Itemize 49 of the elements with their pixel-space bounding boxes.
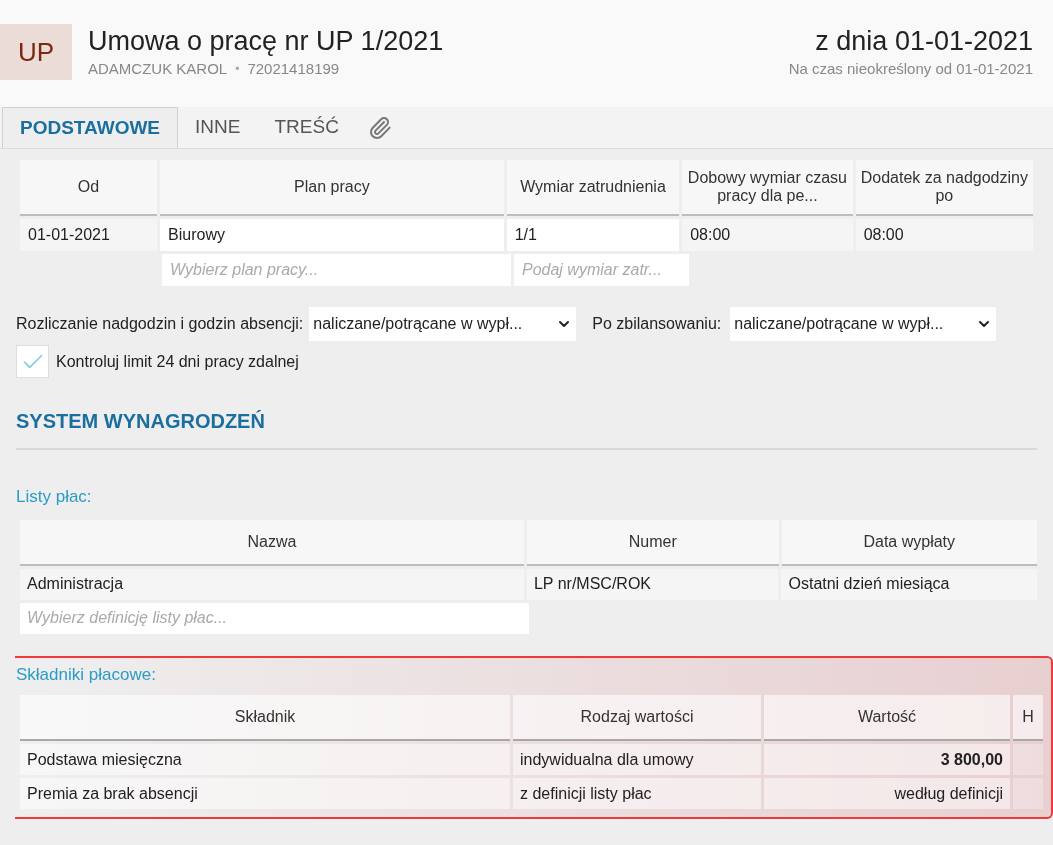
balance-dropdown[interactable]: naliczane/potrącane w wypł... (730, 307, 997, 341)
table-cell: LP nr/MSC/ROK (526, 568, 779, 600)
tab[interactable]: TREŚĆ (257, 107, 356, 148)
balance-label: Po zbilansowaniu: (592, 314, 722, 334)
work-plan-field[interactable]: Wybierz plan pracy... (162, 254, 511, 286)
components-label: Składniki płacowe: (16, 663, 157, 686)
work-size-field[interactable]: Podaj wymiar zatr... (514, 254, 689, 286)
column-header: Plan pracy (160, 160, 504, 216)
column-header: Dodatek za nadgodziny po (855, 160, 1033, 216)
table-cell: 1/1 (506, 219, 680, 251)
column-header: Wartość (764, 695, 1010, 741)
document-badge: UP (0, 24, 72, 80)
column-header: Dobowy wymiar czasu pracy dla pe... (682, 160, 853, 216)
overtime-dropdown[interactable]: naliczane/potrącane w wypł... (309, 307, 577, 341)
table-cell: 08:00 (855, 219, 1033, 251)
column-header: Od (20, 160, 157, 216)
document-title: Umowa o pracę nr UP 1/2021 (88, 25, 444, 58)
column-header: H (1013, 695, 1043, 741)
document-date: z dnia 01-01-2021 (815, 25, 1033, 58)
tab[interactable]: PODSTAWOWE (2, 107, 179, 148)
column-header: Rodzaj wartości (513, 695, 761, 741)
section-title: SYSTEM WYNAGRODZEŃ (16, 406, 1037, 450)
checkbox-label: Kontroluj limit 24 dni pracy zdalnej (56, 351, 299, 372)
table-cell: 01-01-2021 (20, 219, 158, 251)
tab[interactable]: INNE (178, 107, 258, 148)
column-header: Nazwa (20, 519, 524, 566)
table-cell: według definicji (764, 778, 1010, 809)
table-cell: Administracja (20, 568, 524, 600)
paperclip-icon (367, 115, 392, 140)
payroll-label: Listy płac: (16, 486, 93, 508)
overtime-label: Rozliczanie nadgodzin i godzin absencji: (16, 314, 304, 334)
table-cell: 08:00 (682, 219, 853, 251)
separator-dot: • (235, 61, 240, 79)
checkbox[interactable] (16, 345, 49, 378)
table-cell: Premia za brak absencji (20, 778, 510, 809)
contract-period: Na czas nieokreślony od 01-01-2021 (788, 59, 1033, 79)
employee-id: 72021418199 (247, 59, 340, 79)
table-cell: Podstawa miesięczna (20, 744, 510, 775)
column-header: Składnik (20, 695, 510, 741)
table-cell: Biurowy (160, 219, 504, 251)
column-header: Data wypłaty (781, 519, 1037, 566)
payroll-definition-field[interactable]: Wybierz definicję listy płac... (20, 602, 529, 634)
table-cell: z definicji listy płac (513, 778, 761, 809)
table-cell: 3 800,00 (764, 744, 1010, 775)
table-cell: indywidualna dla umowy (513, 744, 761, 775)
column-header: Numer (526, 519, 779, 566)
column-header: Wymiar zatrudnienia (506, 160, 680, 216)
table-cell: Ostatni dzień miesiąca (781, 568, 1037, 600)
employee-name: ADAMCZUK KAROL (88, 59, 228, 79)
